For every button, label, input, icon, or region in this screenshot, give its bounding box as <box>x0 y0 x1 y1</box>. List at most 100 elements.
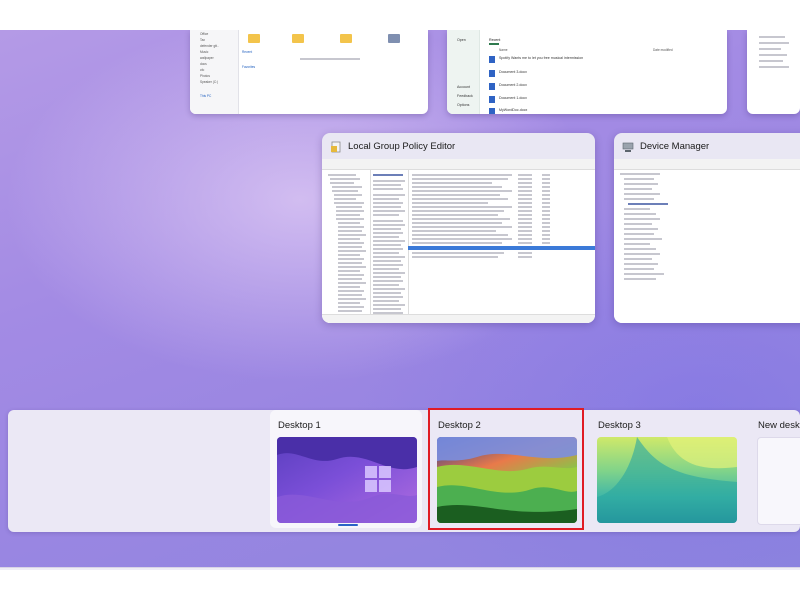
recent-row[interactable]: Spotify Wants me to let you free musical… <box>499 56 583 60</box>
sidebar-item[interactable]: cfo <box>200 68 204 72</box>
setting-row[interactable] <box>412 194 500 196</box>
device-category[interactable] <box>624 193 660 195</box>
device-category[interactable] <box>624 223 652 225</box>
device-category[interactable] <box>624 208 650 210</box>
tree-item[interactable] <box>334 202 364 204</box>
tree-item[interactable] <box>338 238 360 240</box>
sidebar-item[interactable]: Tax <box>200 38 205 42</box>
tree-item[interactable] <box>338 282 366 284</box>
recent-row[interactable]: Document 1.docx <box>499 96 527 100</box>
device-category[interactable] <box>624 228 658 230</box>
sidebar-item[interactable]: wallpaper <box>200 56 214 60</box>
new-desktop-card[interactable]: New desktop <box>750 410 800 528</box>
file-explorer-window[interactable]: Office Tax defender gtt.. Music wallpape… <box>190 30 428 114</box>
device-category[interactable] <box>624 263 658 265</box>
device-category[interactable] <box>624 278 656 280</box>
device-category[interactable] <box>624 248 656 250</box>
tree-item[interactable] <box>338 262 362 264</box>
tree-item[interactable] <box>338 246 362 248</box>
sidebar-item[interactable]: Photos <box>200 74 210 78</box>
device-category[interactable] <box>624 198 654 200</box>
col-date-header[interactable]: Date modified <box>653 48 673 52</box>
device-list-window[interactable] <box>747 30 800 114</box>
setting-row[interactable] <box>412 206 512 208</box>
device-manager-window[interactable]: Device Manager <box>614 133 800 323</box>
device-category[interactable] <box>624 218 660 220</box>
recent-row[interactable]: MyWordDoc.docx <box>499 108 527 112</box>
desktop-1-card[interactable]: Desktop 1 <box>270 410 422 528</box>
recent-row[interactable]: Document 2.docx <box>499 83 527 87</box>
device-category[interactable] <box>624 268 654 270</box>
tree-item[interactable] <box>330 178 360 180</box>
new-desktop-label[interactable]: New desktop <box>758 420 800 431</box>
tree-item[interactable] <box>338 234 366 236</box>
tree-item[interactable] <box>334 198 356 200</box>
tree-item[interactable] <box>338 270 360 272</box>
setting-row[interactable] <box>412 252 504 254</box>
tree-item[interactable] <box>338 274 364 276</box>
setting-row[interactable] <box>412 210 504 212</box>
sidebar-feedback[interactable]: Feedback <box>457 94 473 98</box>
sidebar-open[interactable]: Open <box>457 38 466 42</box>
office-window[interactable]: Open Account Feedback Options Recent Nam… <box>447 30 727 114</box>
device-category[interactable] <box>624 258 652 260</box>
desktop-2-thumbnail[interactable] <box>437 437 577 523</box>
desktop-3-thumbnail[interactable] <box>597 437 737 523</box>
new-desktop-button[interactable] <box>757 437 800 525</box>
device-category[interactable] <box>620 173 660 175</box>
recent-row[interactable]: Document 3.docx <box>499 70 527 74</box>
tree-item[interactable] <box>338 226 364 228</box>
tree-item[interactable] <box>338 266 366 268</box>
device-category[interactable] <box>624 238 662 240</box>
setting-row[interactable] <box>412 186 502 188</box>
tree-item[interactable] <box>338 250 366 252</box>
setting-row[interactable] <box>412 242 502 244</box>
device-category[interactable] <box>624 243 650 245</box>
tree-item[interactable] <box>338 278 362 280</box>
tree-item[interactable] <box>334 194 362 196</box>
desktop-3-label[interactable]: Desktop 3 <box>598 420 641 431</box>
tree-item[interactable] <box>330 182 354 184</box>
this-pc-item[interactable]: This PC <box>200 94 211 98</box>
tree-item[interactable] <box>332 186 362 188</box>
sidebar-item[interactable]: docs <box>200 62 207 66</box>
desktop-3-card[interactable]: Desktop 3 <box>590 410 742 528</box>
setting-row[interactable] <box>412 202 488 204</box>
tree-item[interactable] <box>338 242 364 244</box>
tree-item[interactable] <box>338 310 362 312</box>
tree-item[interactable] <box>328 174 356 176</box>
device-category[interactable] <box>624 253 660 255</box>
device-category[interactable] <box>624 273 664 275</box>
device-category[interactable] <box>624 178 654 180</box>
sidebar-options[interactable]: Options <box>457 103 469 107</box>
setting-row[interactable] <box>412 182 492 184</box>
setting-row-selected[interactable] <box>408 246 595 250</box>
group-policy-editor-window[interactable]: Local Group Policy Editor <box>322 133 595 323</box>
setting-row[interactable] <box>412 174 512 176</box>
tree-item[interactable] <box>338 294 362 296</box>
tree-item[interactable] <box>338 222 360 224</box>
tree-item[interactable] <box>338 230 362 232</box>
setting-row[interactable] <box>412 198 508 200</box>
setting-row[interactable] <box>412 222 502 224</box>
setting-row[interactable] <box>412 234 508 236</box>
desktop-1-label[interactable]: Desktop 1 <box>278 420 321 431</box>
tree-item[interactable] <box>338 298 366 300</box>
sidebar-account[interactable]: Account <box>457 85 470 89</box>
sidebar-item[interactable]: Speaker (C:) <box>200 80 218 84</box>
tree-item[interactable] <box>338 286 360 288</box>
tree-item[interactable] <box>338 258 364 260</box>
tree-item[interactable] <box>332 190 358 192</box>
desktop-2-label[interactable]: Desktop 2 <box>438 420 481 431</box>
tree-item[interactable] <box>336 210 364 212</box>
sidebar-item[interactable]: Music <box>200 50 208 54</box>
setting-row[interactable] <box>412 230 496 232</box>
col-name-header[interactable]: Name <box>499 48 508 52</box>
setting-row[interactable] <box>412 226 512 228</box>
device-category[interactable] <box>624 233 654 235</box>
tree-item[interactable] <box>338 254 360 256</box>
desktop-2-card[interactable]: Desktop 2 <box>428 408 584 530</box>
tree-item[interactable] <box>336 214 360 216</box>
setting-row[interactable] <box>412 256 498 258</box>
device-category[interactable] <box>624 188 652 190</box>
